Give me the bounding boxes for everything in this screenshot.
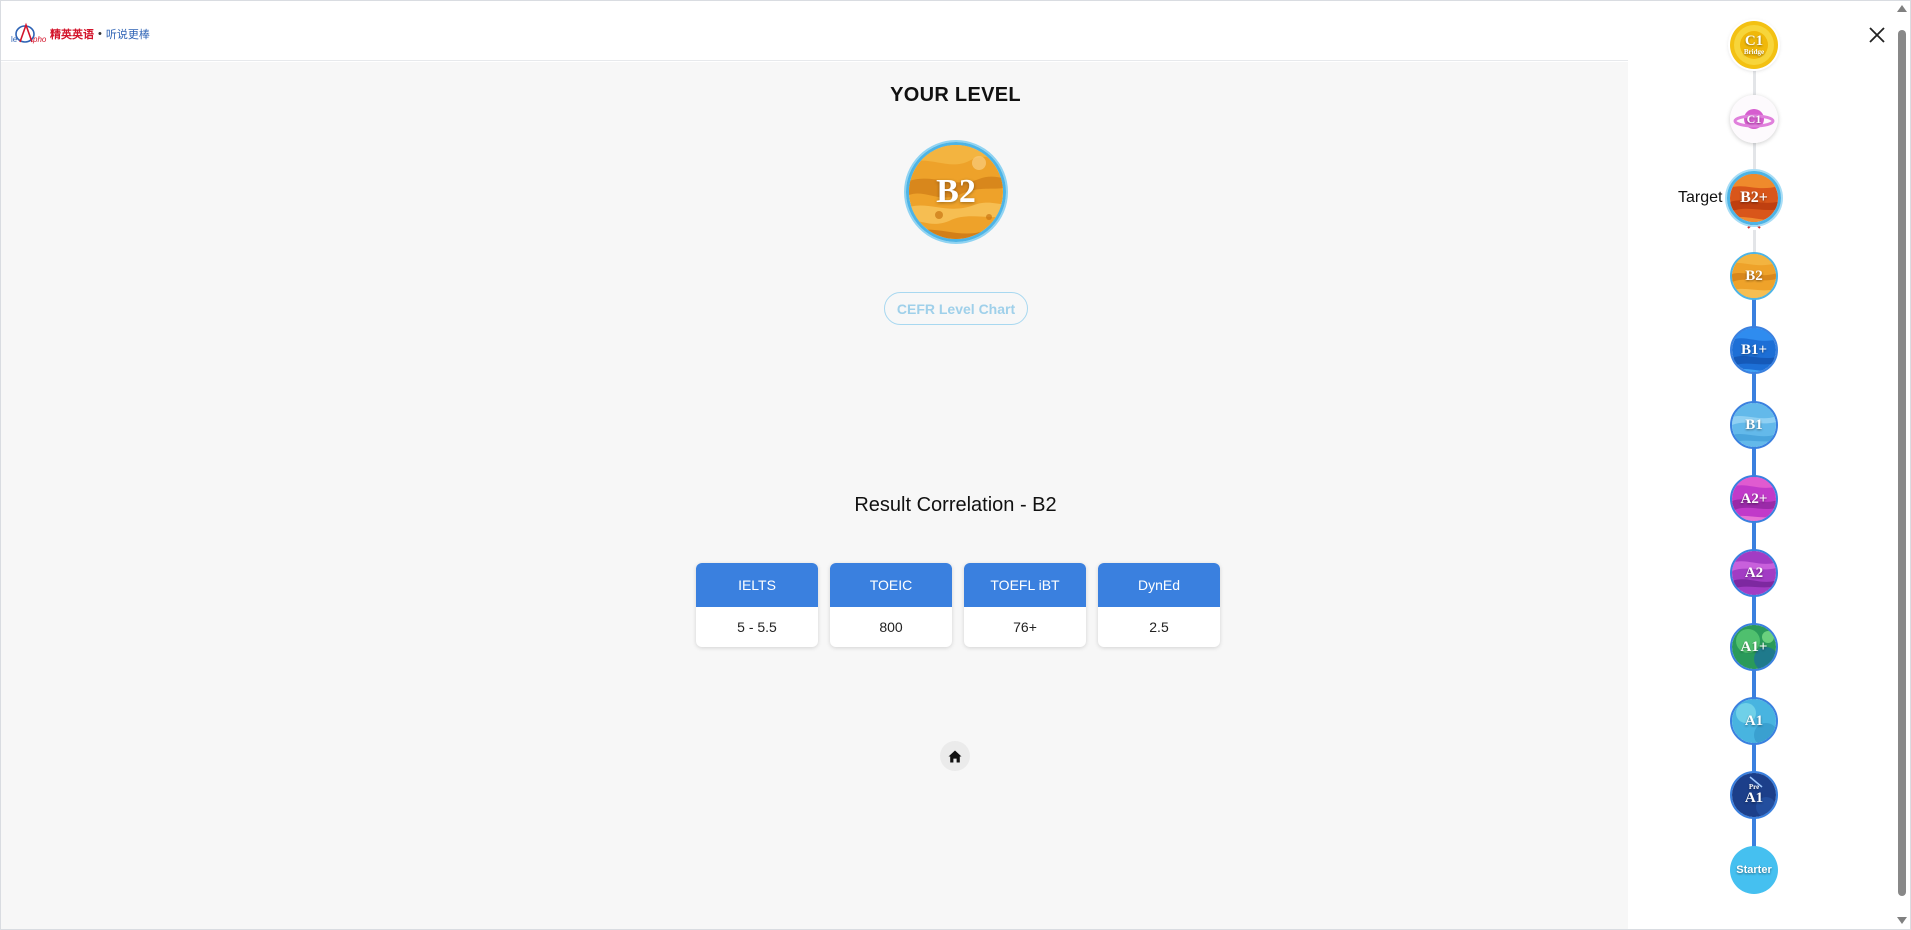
level-node-starter[interactable]: Starter <box>1730 846 1778 894</box>
level-node-label: A2 <box>1744 564 1764 581</box>
level-node-label: C1 Bridge <box>1730 21 1778 69</box>
svg-text:le: le <box>11 35 18 44</box>
correlation-card-toeic: TOEIC 800 <box>830 563 952 647</box>
level-node-b1[interactable]: B1 <box>1730 401 1778 449</box>
correlation-card-name: TOEFL iBT <box>964 563 1086 607</box>
correlation-card-value: 2.5 <box>1149 619 1169 635</box>
correlation-card-toefl: TOEFL iBT 76+ <box>964 563 1086 647</box>
result-correlation-title: Result Correlation - B2 <box>854 494 1057 516</box>
scroll-up-arrow-icon[interactable] <box>1897 5 1907 12</box>
home-icon <box>948 750 962 762</box>
level-node-a1[interactable]: A1 <box>1730 697 1778 745</box>
level-node-label: Starter <box>1736 864 1772 876</box>
scrollbar-thumb[interactable] <box>1898 30 1906 896</box>
level-node-c1-bridge[interactable]: C1 Bridge <box>1730 21 1778 69</box>
level-node-text: C1 <box>1744 33 1764 49</box>
level-node-a2[interactable]: A2 <box>1730 549 1778 597</box>
logo-brand-text: 精英英语 <box>50 29 94 41</box>
correlation-card-name: IELTS <box>696 563 818 607</box>
level-node-c1[interactable]: C1 <box>1730 95 1778 143</box>
level-node-label: B2+ <box>1740 189 1768 206</box>
level-node-b1-plus[interactable]: B1+ <box>1730 326 1778 374</box>
level-node-label: C1 <box>1746 111 1762 126</box>
vertical-scrollbar[interactable] <box>1894 1 1910 929</box>
level-node-label: B1+ <box>1740 341 1768 358</box>
correlation-card-dyned: DynEd 2.5 <box>1098 563 1220 647</box>
target-label: Target <box>1678 189 1723 206</box>
scroll-down-arrow-icon[interactable] <box>1897 917 1907 924</box>
logo-separator: • <box>98 28 102 40</box>
level-node-text: A1 <box>1744 790 1764 806</box>
cefr-level-chart-button[interactable]: CEFR Level Chart <box>884 292 1028 325</box>
level-node-label: A1 <box>1744 712 1764 729</box>
correlation-card-name: DynEd <box>1098 563 1220 607</box>
level-node-label: B1 <box>1745 416 1763 433</box>
logo-slogan: 听说更棒 <box>105 29 150 41</box>
level-node-label: A2+ <box>1740 490 1768 507</box>
correlation-card-name: TOEIC <box>830 563 952 607</box>
level-node-b2-plus[interactable]: B2+ <box>1727 171 1781 225</box>
level-node-b2[interactable]: B2 <box>1730 252 1778 300</box>
level-node-label: B2 <box>1745 267 1763 284</box>
level-node-subtext: Bridge <box>1743 48 1765 56</box>
close-icon[interactable] <box>1864 22 1890 48</box>
logo-mark-icon: le pho <box>11 22 49 46</box>
level-node-pre-a1[interactable]: Pre A1 <box>1730 771 1778 819</box>
current-level-badge: B2 <box>906 142 1006 242</box>
level-node-label: Pre A1 <box>1732 773 1776 817</box>
svg-text:pho: pho <box>32 35 47 44</box>
correlation-card-ielts: IELTS 5 - 5.5 <box>696 563 818 647</box>
correlation-card-value: 76+ <box>1013 619 1037 635</box>
level-node-a1-plus[interactable]: A1+ <box>1730 623 1778 671</box>
current-level-label: B2 <box>936 173 976 210</box>
level-node-label: A1+ <box>1740 638 1768 655</box>
brand-logo[interactable]: le pho 精英英语 • 听说更棒 <box>11 21 150 47</box>
top-bar: le pho 精英英语 • 听说更棒 <box>1 1 1628 61</box>
page-title: YOUR LEVEL <box>890 84 1021 106</box>
level-node-a2-plus[interactable]: A2+ <box>1730 475 1778 523</box>
correlation-cards: IELTS 5 - 5.5 TOEIC 800 TOEFL iBT 76+ Dy… <box>696 563 1220 647</box>
home-button[interactable] <box>940 741 970 771</box>
correlation-card-value: 800 <box>879 619 903 635</box>
correlation-card-value: 5 - 5.5 <box>737 619 777 635</box>
